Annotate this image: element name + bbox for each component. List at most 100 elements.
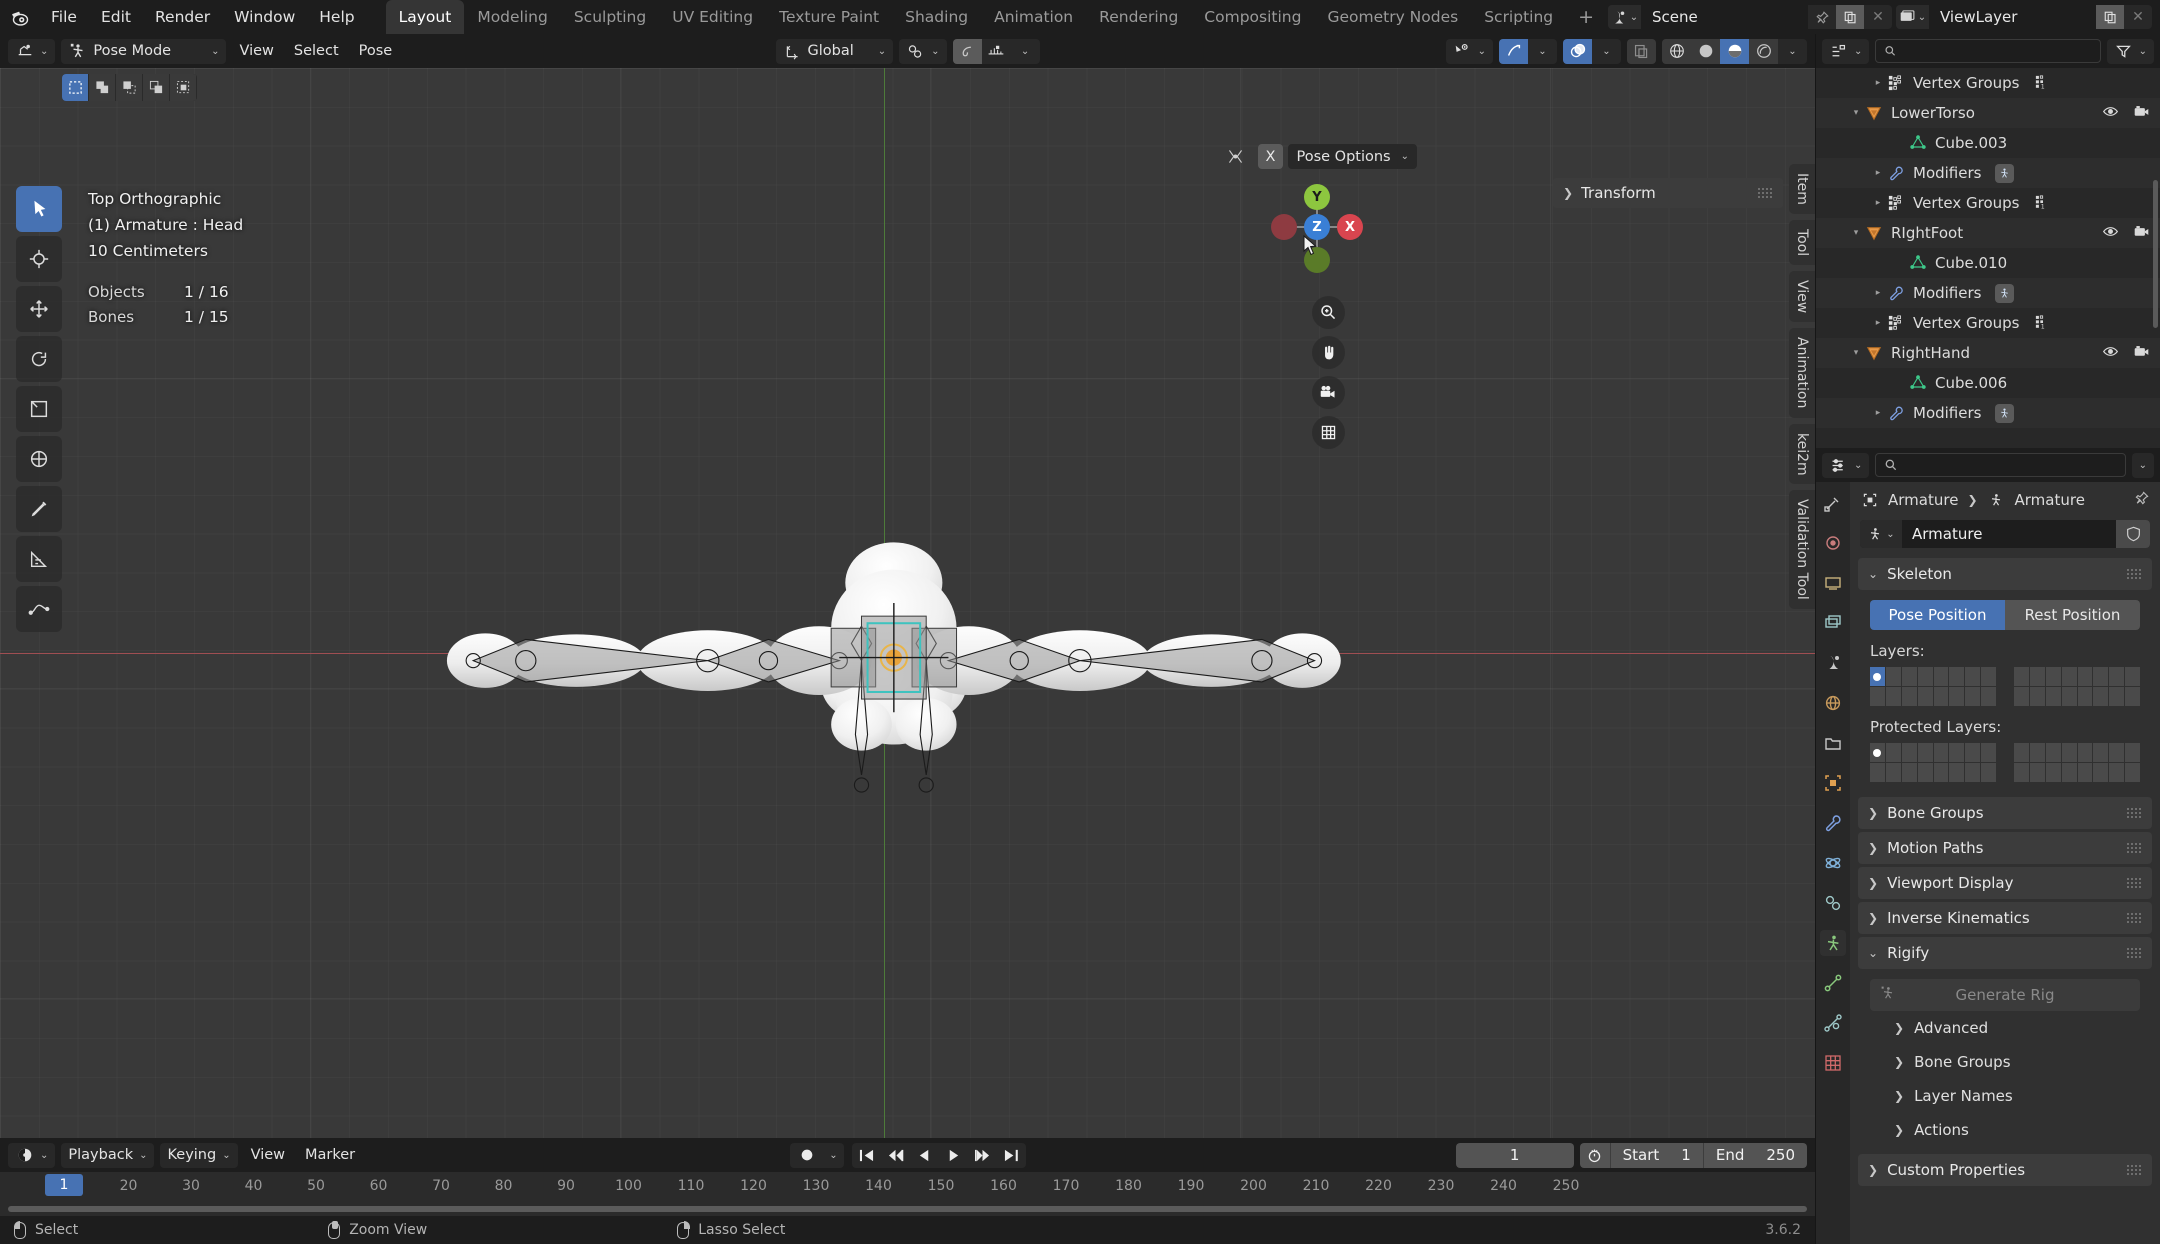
pose-menu[interactable]: Pose	[352, 39, 400, 64]
layer-cell[interactable]	[2061, 687, 2077, 706]
disable-in-renders-toggle[interactable]	[2133, 343, 2150, 364]
layer-cell[interactable]	[1885, 687, 1901, 706]
bone-tab[interactable]	[1820, 970, 1846, 996]
toggle-ortho-icon[interactable]	[1312, 416, 1345, 449]
panel-header[interactable]: ❯ Bone Groups	[1858, 797, 2152, 829]
physics-tab[interactable]	[1820, 850, 1846, 876]
gizmo-axis-y[interactable]: Y	[1304, 184, 1330, 210]
workspace-tab-animation[interactable]: Animation	[981, 0, 1086, 34]
outliner-row[interactable]: Cube.003	[1816, 128, 2160, 158]
gizmo-axis-x[interactable]: X	[1337, 214, 1363, 240]
select-extend-icon[interactable]	[89, 74, 116, 101]
proportional-falloff-selector[interactable]	[982, 39, 1011, 64]
transform-tool[interactable]	[16, 436, 62, 482]
timeline-editor-type-selector[interactable]: ⌄	[8, 1142, 56, 1168]
object-tab[interactable]	[1820, 770, 1846, 796]
play-icon[interactable]	[939, 1143, 968, 1168]
disclosure-triangle-icon[interactable]: ▾	[1848, 348, 1864, 358]
outliner-search-input[interactable]	[1875, 39, 2101, 63]
protected-layers-block-right[interactable]	[2014, 743, 2140, 782]
layer-cell[interactable]	[2045, 743, 2061, 762]
disclosure-triangle-icon[interactable]: ▸	[1870, 408, 1886, 418]
shading-options-dropdown[interactable]: ⌄	[1778, 39, 1807, 64]
outliner-row[interactable]: ▾ LowerTorso	[1816, 98, 2160, 128]
hide-in-viewport-toggle[interactable]	[2102, 223, 2119, 244]
transform-orientation-selector[interactable]: Global ⌄	[775, 38, 894, 64]
disable-in-renders-toggle[interactable]	[2133, 103, 2150, 124]
pose-mirror-icon[interactable]	[1218, 144, 1253, 169]
workspace-tab-uv-editing[interactable]: UV Editing	[659, 0, 766, 34]
breadcrumb-data-label[interactable]: Armature	[2015, 491, 2085, 509]
remove-scene-button[interactable]: ✕	[1864, 5, 1892, 29]
pose-position-button[interactable]: Pose Position	[1870, 600, 2005, 630]
breakdowner-tool[interactable]	[16, 586, 62, 632]
playback-menu[interactable]: Playback ⌄	[61, 1142, 155, 1168]
layer-cell[interactable]	[1917, 687, 1933, 706]
transform-panel-header[interactable]: ❯ Transform	[1553, 178, 1783, 208]
pin-icon[interactable]	[1808, 5, 1836, 29]
layer-cell[interactable]	[1901, 763, 1917, 782]
use-preview-range-icon[interactable]	[1580, 1147, 1610, 1164]
layer-cell[interactable]	[1933, 687, 1949, 706]
layer-cell[interactable]	[1917, 763, 1933, 782]
collection-tab[interactable]	[1820, 730, 1846, 756]
layer-cell[interactable]	[2077, 687, 2093, 706]
outliner-row[interactable]: ▾ RightHand	[1816, 338, 2160, 368]
frame-end-field[interactable]: End 250	[1702, 1142, 1807, 1168]
modifiers-tab[interactable]	[1820, 810, 1846, 836]
pin-icon[interactable]	[2134, 490, 2150, 510]
select-menu[interactable]: Select	[287, 39, 346, 64]
remove-view-layer-button[interactable]: ✕	[2124, 5, 2152, 29]
outliner-tree[interactable]: ▸ Vertex Groups 1 ▾ LowerTorso Cube.003 ▸ Modi…	[1816, 68, 2160, 448]
top-menu-help[interactable]: Help	[308, 5, 365, 29]
outliner-filter-button[interactable]: ⌄	[2106, 38, 2154, 64]
pose-mirror-x-toggle[interactable]: X	[1257, 144, 1284, 169]
pose-options-dropdown[interactable]: Pose Options ⌄	[1288, 144, 1417, 169]
layer-cell[interactable]	[2061, 743, 2077, 762]
show-gizmo-toggle[interactable]	[1499, 38, 1528, 64]
3d-viewport[interactable]: Top Orthographic (1) Armature : Head 10 …	[0, 68, 1815, 1138]
tool-tab[interactable]	[1820, 490, 1846, 516]
panel-grip-icon[interactable]	[2126, 842, 2142, 854]
jump-to-end-icon[interactable]	[997, 1143, 1026, 1168]
generate-rig-button[interactable]: Generate Rig	[1870, 979, 2140, 1011]
layer-cell[interactable]	[2125, 667, 2140, 686]
solid-icon[interactable]	[1691, 38, 1720, 64]
timeline-marker-menu[interactable]: Marker	[298, 1143, 362, 1168]
mode-selector[interactable]: Pose Mode ⌄	[61, 38, 227, 64]
panel-grip-icon[interactable]	[2126, 1164, 2142, 1176]
layer-cell[interactable]	[2077, 743, 2093, 762]
layer-cell[interactable]	[1885, 667, 1901, 686]
gizmo-axis-neg-x[interactable]	[1271, 214, 1297, 240]
top-menu-edit[interactable]: Edit	[90, 5, 142, 29]
top-menu-window[interactable]: Window	[223, 5, 306, 29]
outliner-row[interactable]: ▾ RIghtFoot	[1816, 218, 2160, 248]
panel-grip-icon[interactable]	[2126, 877, 2142, 889]
panel-header[interactable]: ❯ Viewport Display	[1858, 867, 2152, 899]
constraints-tab[interactable]	[1820, 890, 1846, 916]
layer-cell[interactable]	[1933, 743, 1949, 762]
frame-start-field[interactable]: Start 1	[1609, 1142, 1703, 1168]
outliner-row[interactable]: Cube.010	[1816, 248, 2160, 278]
layer-cell[interactable]	[2061, 763, 2077, 782]
layer-cell[interactable]	[2109, 763, 2125, 782]
disclosure-triangle-icon[interactable]: ▸	[1870, 78, 1886, 88]
layer-cell[interactable]	[1870, 763, 1885, 782]
view-layer-tab[interactable]	[1820, 610, 1846, 636]
camera-view-icon[interactable]	[1312, 376, 1345, 409]
skeleton-panel-header[interactable]: ⌄ Skeleton	[1858, 558, 2152, 590]
layer-cell[interactable]	[2093, 763, 2109, 782]
layers-block-left[interactable]	[1870, 667, 1996, 706]
current-frame-field[interactable]: 1	[1455, 1142, 1574, 1168]
select-subtract-icon[interactable]	[116, 74, 143, 101]
add-workspace-button[interactable]: +	[1566, 0, 1606, 34]
panel-grip-icon[interactable]	[1757, 187, 1773, 199]
panel-grip-icon[interactable]	[2126, 807, 2142, 819]
layer-cell[interactable]	[1885, 743, 1901, 762]
outliner-scrollbar[interactable]	[2153, 180, 2158, 328]
view-layer-name[interactable]: ViewLayer	[1930, 5, 2096, 29]
layer-cell[interactable]	[2045, 687, 2061, 706]
jump-next-keyframe-icon[interactable]	[968, 1143, 997, 1168]
outliner-row[interactable]: ▸ Vertex Groups 1	[1816, 188, 2160, 218]
layer-cell[interactable]	[1965, 763, 1981, 782]
